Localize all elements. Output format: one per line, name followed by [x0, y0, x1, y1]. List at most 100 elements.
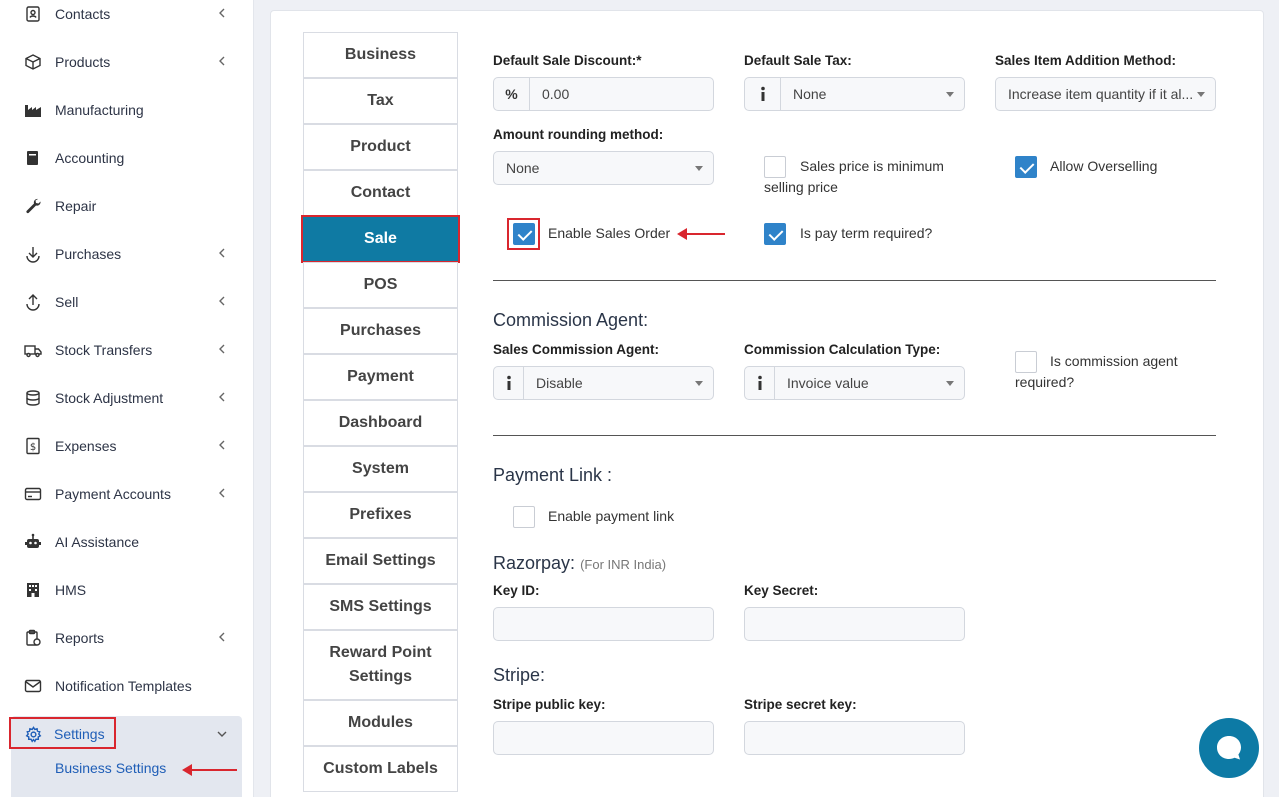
sales-item-addition-label: Sales Item Addition Method:: [995, 53, 1177, 68]
stripe-secret-key-input[interactable]: [744, 721, 965, 755]
key-id-input[interactable]: [493, 607, 714, 641]
tab-custom-labels[interactable]: Custom Labels: [303, 746, 458, 792]
amount-rounding-select[interactable]: None: [493, 151, 714, 185]
default-sale-discount-label: Default Sale Discount:*: [493, 53, 642, 68]
chat-button[interactable]: [1199, 718, 1259, 778]
report-icon: [24, 629, 42, 647]
sidebar-item-stock-adjustment[interactable]: Stock Adjustment: [0, 374, 254, 422]
enable-sales-order-label: Enable Sales Order: [548, 225, 671, 241]
stripe-public-key-input[interactable]: [493, 721, 714, 755]
caret-down-icon: [695, 165, 703, 171]
chevron-down-icon: [217, 731, 227, 737]
sidebar-item-business-settings[interactable]: Business Settings: [55, 760, 166, 776]
tab-system[interactable]: System: [303, 446, 458, 492]
sidebar-item-contacts[interactable]: Contacts: [0, 0, 254, 38]
chevron-left-icon: [219, 488, 225, 498]
upload-icon: [24, 293, 42, 311]
enable-payment-link-label: Enable payment link: [548, 508, 675, 524]
allow-overselling-checkbox[interactable]: [1015, 156, 1037, 178]
sales-price-minimum-label-1: Sales price is minimum: [800, 158, 944, 174]
tab-contact[interactable]: Contact: [303, 170, 458, 216]
sales-price-minimum-checkbox[interactable]: [764, 156, 786, 178]
sidebar-item-repair[interactable]: Repair: [0, 182, 254, 230]
sidebar-item-sell[interactable]: Sell: [0, 278, 254, 326]
sidebar-item-stock-transfers[interactable]: Stock Transfers: [0, 326, 254, 374]
sidebar: Contacts Products Manufacturing Accounti…: [0, 0, 254, 797]
sidebar-item-purchases[interactable]: Purchases: [0, 230, 254, 278]
tab-pos[interactable]: POS: [303, 262, 458, 308]
tab-dashboard[interactable]: Dashboard: [303, 400, 458, 446]
commission-agent-required-label-1: Is commission agent: [1050, 353, 1178, 369]
commission-agent-required-label-2: required?: [1015, 374, 1075, 390]
tab-prefixes[interactable]: Prefixes: [303, 492, 458, 538]
chevron-left-icon: [219, 56, 225, 66]
key-id-label: Key ID:: [493, 583, 540, 598]
enable-payment-link-checkbox[interactable]: [513, 506, 535, 528]
sales-commission-agent-select[interactable]: Disable: [493, 366, 714, 400]
info-icon: [745, 367, 775, 399]
tab-product[interactable]: Product: [303, 124, 458, 170]
sidebar-item-label: Repair: [55, 198, 97, 214]
default-sale-tax-select[interactable]: None: [744, 77, 965, 111]
download-icon: [24, 245, 42, 263]
sidebar-item-notification-templates[interactable]: Notification Templates: [0, 662, 254, 710]
sidebar-item-label: Products: [55, 54, 111, 70]
tab-reward-point-settings[interactable]: Reward Point Settings: [303, 630, 458, 700]
annotation-arrow: [677, 228, 725, 240]
key-secret-input[interactable]: [744, 607, 965, 641]
stripe-secret-key-label: Stripe secret key:: [744, 697, 857, 712]
tab-business[interactable]: Business: [303, 32, 458, 78]
stripe-heading: Stripe:: [493, 665, 546, 685]
sidebar-item-label: HMS: [55, 582, 87, 598]
credit-card-icon: [24, 485, 42, 503]
tab-tax[interactable]: Tax: [303, 78, 458, 124]
divider: [493, 435, 1216, 436]
tab-modules[interactable]: Modules: [303, 700, 458, 746]
database-icon: [24, 389, 42, 407]
caret-down-icon: [695, 380, 703, 386]
cube-icon: [24, 53, 42, 71]
building-icon: [24, 581, 42, 599]
chevron-left-icon: [219, 344, 225, 354]
sidebar-item-products[interactable]: Products: [0, 38, 254, 86]
sidebar-item-accounting[interactable]: Accounting: [0, 134, 254, 182]
tab-sms-settings[interactable]: SMS Settings: [303, 584, 458, 630]
info-icon: [494, 367, 524, 399]
envelope-icon: [24, 677, 42, 695]
amount-rounding-label: Amount rounding method:: [493, 127, 664, 142]
commission-agent-heading: Commission Agent:: [493, 310, 649, 330]
pay-term-required-label: Is pay term required?: [800, 225, 933, 241]
contacts-icon: [24, 5, 42, 23]
commission-calc-type-select[interactable]: Invoice value: [744, 366, 965, 400]
chevron-left-icon: [219, 392, 225, 402]
sidebar-item-hms[interactable]: HMS: [0, 566, 254, 614]
tab-sale[interactable]: Sale: [301, 215, 460, 263]
sidebar-item-ai-assistance[interactable]: AI Assistance: [0, 518, 254, 566]
sales-price-minimum-label-2: selling price: [764, 179, 838, 195]
caret-down-icon: [946, 380, 954, 386]
sidebar-item-payment-accounts[interactable]: Payment Accounts: [0, 470, 254, 518]
default-sale-tax-label: Default Sale Tax:: [744, 53, 852, 68]
sidebar-item-label: AI Assistance: [55, 534, 140, 550]
tab-payment[interactable]: Payment: [303, 354, 458, 400]
factory-icon: [24, 101, 42, 119]
settings-annotation-box: [9, 717, 116, 749]
annotation-arrow: [182, 764, 237, 776]
sidebar-item-label: Contacts: [55, 6, 111, 22]
caret-down-icon: [1197, 91, 1205, 97]
svg-text:$: $: [30, 442, 36, 453]
sidebar-item-manufacturing[interactable]: Manufacturing: [0, 86, 254, 134]
book-icon: [24, 149, 42, 167]
sales-item-addition-select[interactable]: Increase item quantity if it al...: [995, 77, 1216, 111]
tab-purchases[interactable]: Purchases: [303, 308, 458, 354]
commission-agent-required-checkbox[interactable]: [1015, 351, 1037, 373]
commission-calc-type-label: Commission Calculation Type:: [744, 342, 941, 357]
enable-sales-order-checkbox[interactable]: [513, 223, 535, 245]
tab-email-settings[interactable]: Email Settings: [303, 538, 458, 584]
pay-term-required-checkbox[interactable]: [764, 223, 786, 245]
default-sale-discount-input[interactable]: % 0.00: [493, 77, 714, 111]
stripe-public-key-label: Stripe public key:: [493, 697, 606, 712]
sidebar-item-label: Sell: [55, 294, 79, 310]
sidebar-item-reports[interactable]: Reports: [0, 614, 254, 662]
sidebar-item-expenses[interactable]: $ Expenses: [0, 422, 254, 470]
